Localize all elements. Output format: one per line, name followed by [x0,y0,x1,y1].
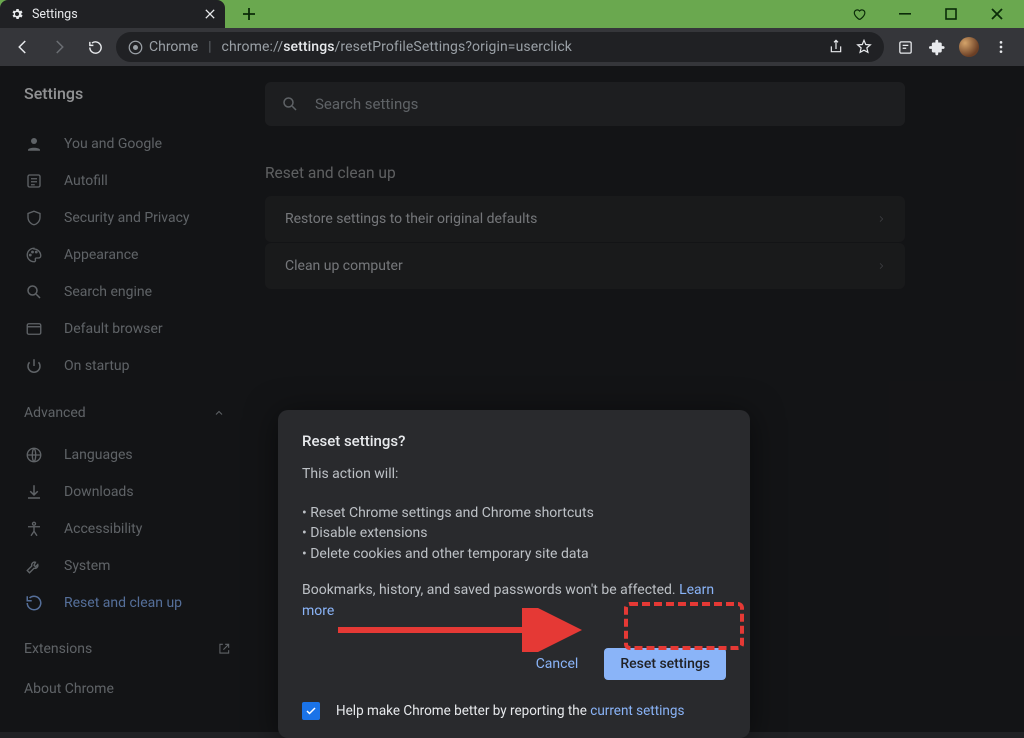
dialog-intro: This action will: [302,464,726,485]
reload-button[interactable] [80,32,110,62]
dialog-title: Reset settings? [302,432,726,450]
cancel-button[interactable]: Cancel [522,648,593,680]
help-text: Help make Chrome better by reporting the… [336,703,684,719]
share-icon[interactable] [828,39,844,55]
reset-settings-button[interactable]: Reset settings [604,648,726,680]
profile-avatar[interactable] [954,32,984,62]
omnibox-label: Chrome [149,39,198,55]
gear-icon [10,7,24,21]
omnibox[interactable]: Chrome | chrome://settings/resetProfileS… [116,32,884,62]
browser-toolbar: Chrome | chrome://settings/resetProfileS… [0,28,1024,66]
dialog-bullet: Disable extensions [302,523,726,543]
bookmark-icon[interactable] [856,39,872,55]
browser-tab[interactable]: Settings [0,0,225,28]
close-window-button[interactable] [974,0,1020,28]
current-settings-link[interactable]: current settings [590,703,684,719]
close-tab-icon[interactable] [205,9,215,19]
dialog-bullet: Reset Chrome settings and Chrome shortcu… [302,503,726,523]
dialog-bullet: Delete cookies and other temporary site … [302,544,726,564]
chrome-icon: Chrome [128,39,198,55]
heart-icon [836,0,882,28]
reading-list-icon[interactable] [890,32,920,62]
minimize-button[interactable] [882,0,928,28]
omnibox-divider: | [208,39,211,55]
dialog-note: Bookmarks, history, and saved passwords … [302,580,726,622]
omnibox-url: chrome://settings/resetProfileSettings?o… [222,39,572,55]
extensions-icon[interactable] [922,32,952,62]
menu-icon[interactable] [986,32,1016,62]
back-button[interactable] [8,32,38,62]
reset-settings-dialog: Reset settings? This action will: Reset … [278,410,750,738]
forward-button[interactable] [44,32,74,62]
new-tab-button[interactable] [235,4,263,24]
report-checkbox[interactable] [302,702,320,720]
tab-title: Settings [32,7,78,22]
maximize-button[interactable] [928,0,974,28]
